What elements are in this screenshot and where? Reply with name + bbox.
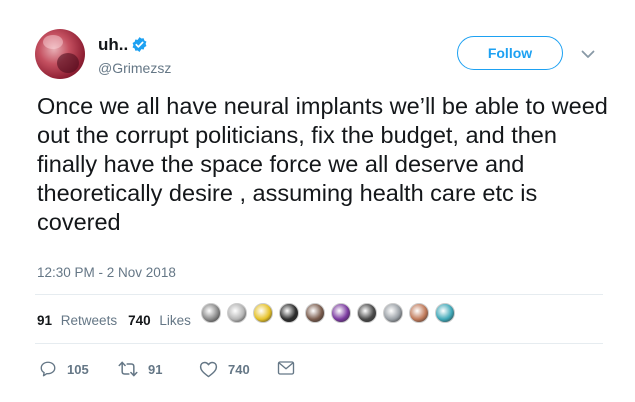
author-handle[interactable]: @Grimezsz [98,60,171,76]
heart-icon [199,361,218,378]
tweet-text: Once we all have neural implants we’ll b… [37,93,608,235]
tweet-timestamp[interactable]: 12:30 PM - 2 Nov 2018 [37,265,176,280]
retweets-stat[interactable]: 91 Retweets [37,313,117,328]
likes-stat[interactable]: 740 Likes [128,313,191,328]
envelope-icon [277,361,295,375]
likes-stat-count: 740 [128,313,151,328]
liker-avatar[interactable] [227,303,247,323]
retweets-stat-label: Retweets [60,313,118,328]
liker-avatar[interactable] [305,303,325,323]
follow-button[interactable]: Follow [457,36,563,70]
retweet-icon [118,361,138,377]
chevron-down-icon[interactable] [581,50,595,59]
liker-avatar[interactable] [435,303,455,323]
liker-avatar[interactable] [331,303,351,323]
liker-avatar[interactable] [383,303,403,323]
divider [35,343,603,344]
avatar-highlight [43,35,63,49]
liker-avatar[interactable] [279,303,299,323]
retweet-count: 91 [148,361,163,377]
avatar-shadow [57,53,79,73]
tweet-stats: 91 Retweets 740 Likes [37,313,191,328]
like-button[interactable]: 740 [199,360,250,378]
reply-icon [40,361,56,377]
direct-message-button[interactable] [277,360,305,376]
divider [35,294,603,295]
verified-badge-icon [132,37,147,52]
author-display-name[interactable]: uh.. [98,35,128,55]
liker-avatar[interactable] [357,303,377,323]
profile-avatar[interactable] [35,29,85,79]
like-count: 740 [228,361,250,377]
retweet-button[interactable]: 91 [118,360,162,378]
retweets-stat-count: 91 [37,313,53,328]
liker-avatar[interactable] [201,303,221,323]
liker-avatars [201,303,461,323]
liker-avatar[interactable] [409,303,429,323]
reply-count: 105 [67,361,89,377]
liker-avatar[interactable] [253,303,273,323]
reply-button[interactable]: 105 [39,360,89,378]
likes-stat-label: Likes [159,313,191,328]
